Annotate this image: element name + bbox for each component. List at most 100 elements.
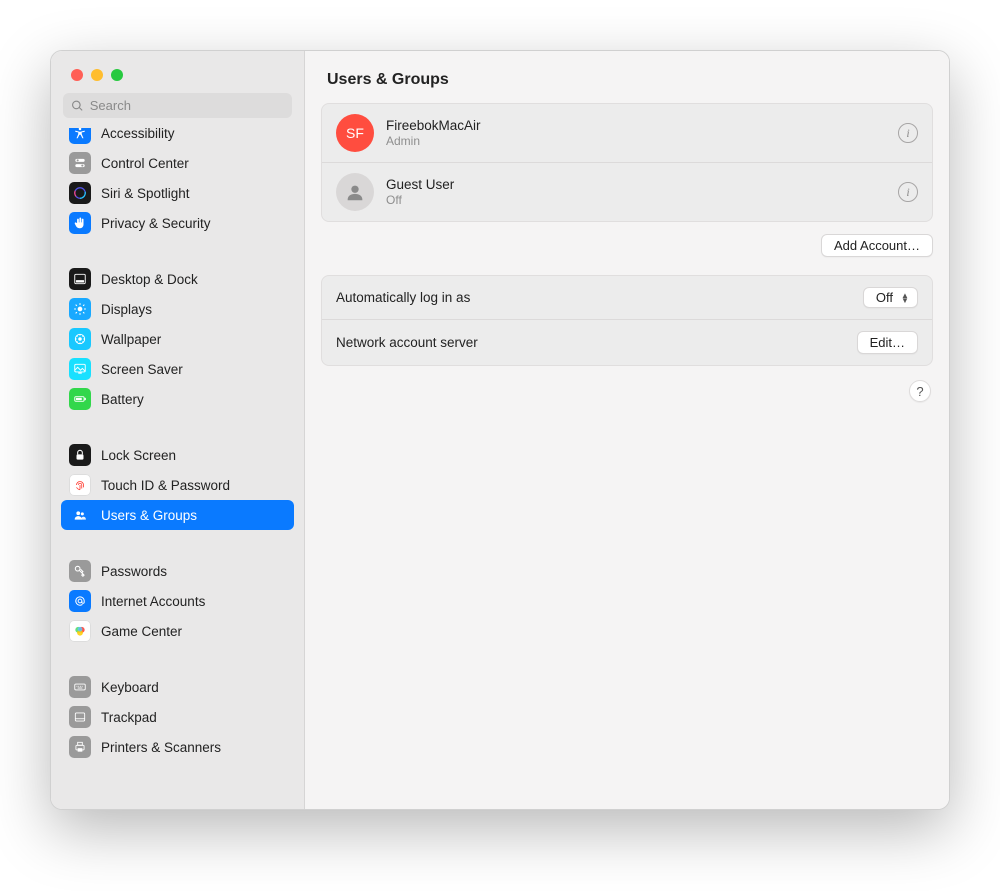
- keyboard-icon: [69, 676, 91, 698]
- sidebar-item-lock-screen[interactable]: Lock Screen: [61, 440, 294, 470]
- battery-icon: [69, 388, 91, 410]
- chevron-updown-icon: ▲▼: [901, 293, 911, 303]
- info-button[interactable]: i: [898, 182, 918, 202]
- sidebar-group: Desktop & Dock Displays Wallpaper Screen Sa…: [51, 258, 304, 420]
- user-text: Guest UserOff: [386, 177, 886, 207]
- displays-icon: [69, 298, 91, 320]
- sidebar-item-internet-accounts[interactable]: Internet Accounts: [61, 586, 294, 616]
- siri-icon: [69, 182, 91, 204]
- edit-network-server-button[interactable]: Edit…: [857, 331, 918, 354]
- user-name: FireebokMacAir: [386, 118, 886, 133]
- wallpaper-icon: [69, 328, 91, 350]
- users-list: SFFireebokMacAirAdminiGuest UserOffi: [321, 103, 933, 222]
- zoom-button[interactable]: [111, 69, 123, 81]
- sidebar-item-desktop-dock[interactable]: Desktop & Dock: [61, 264, 294, 294]
- sidebar-item-users-groups[interactable]: Users & Groups: [61, 500, 294, 530]
- users-icon: [69, 504, 91, 526]
- sidebar-item-label: Internet Accounts: [101, 594, 205, 609]
- sidebar-item-screen-saver[interactable]: Screen Saver: [61, 354, 294, 384]
- sidebar-item-game-center[interactable]: Game Center: [61, 616, 294, 646]
- sidebar-item-trackpad[interactable]: Trackpad: [61, 702, 294, 732]
- search-input[interactable]: [90, 98, 284, 113]
- sidebar-group: Lock Screen Touch ID & Password Users & Gr…: [51, 434, 304, 536]
- sidebar-item-siri-spotlight[interactable]: Siri & Spotlight: [61, 178, 294, 208]
- sidebar-item-label: Trackpad: [101, 710, 157, 725]
- login-settings: Automatically log in as Off ▲▼ Network a…: [321, 275, 933, 366]
- sidebar-item-passwords[interactable]: Passwords: [61, 556, 294, 586]
- sidebar-item-label: Battery: [101, 392, 144, 407]
- key-icon: [69, 560, 91, 582]
- user-row[interactable]: Guest UserOffi: [322, 162, 932, 221]
- auto-login-label: Automatically log in as: [336, 290, 470, 305]
- sidebar-item-privacy-security[interactable]: Privacy & Security: [61, 208, 294, 238]
- sidebar-item-keyboard[interactable]: Keyboard: [61, 672, 294, 702]
- auto-login-value: Off: [876, 290, 893, 305]
- sidebar-item-label: Privacy & Security: [101, 216, 211, 231]
- info-button[interactable]: i: [898, 123, 918, 143]
- sidebar-item-label: Printers & Scanners: [101, 740, 221, 755]
- auto-login-row: Automatically log in as Off ▲▼: [322, 276, 932, 319]
- content: SFFireebokMacAirAdminiGuest UserOffi Add…: [305, 103, 949, 416]
- auto-login-select[interactable]: Off ▲▼: [863, 287, 918, 308]
- minimize-button[interactable]: [91, 69, 103, 81]
- search-icon: [71, 99, 84, 113]
- sidebar-item-label: Control Center: [101, 156, 189, 171]
- avatar: SF: [336, 114, 374, 152]
- user-name: Guest User: [386, 177, 886, 192]
- window-controls: [51, 51, 304, 93]
- sidebar-group: Keyboard Trackpad Printers & Scanners: [51, 666, 304, 768]
- user-text: FireebokMacAirAdmin: [386, 118, 886, 148]
- sidebar-item-label: Siri & Spotlight: [101, 186, 190, 201]
- printer-icon: [69, 736, 91, 758]
- sidebar-item-printers-scanners[interactable]: Printers & Scanners: [61, 732, 294, 762]
- sidebar-item-label: Desktop & Dock: [101, 272, 198, 287]
- help-row: ?: [321, 366, 933, 416]
- at-icon: [69, 590, 91, 612]
- sidebar-item-label: Accessibility: [101, 128, 175, 141]
- sidebar-item-battery[interactable]: Battery: [61, 384, 294, 414]
- sidebar-item-displays[interactable]: Displays: [61, 294, 294, 324]
- sidebar-item-touch-id-password[interactable]: Touch ID & Password: [61, 470, 294, 500]
- network-server-row: Network account server Edit…: [322, 319, 932, 365]
- sidebar-item-label: Wallpaper: [101, 332, 161, 347]
- user-role: Off: [386, 193, 886, 207]
- sidebar-item-control-center[interactable]: Control Center: [61, 148, 294, 178]
- sidebar-item-accessibility[interactable]: Accessibility: [61, 128, 294, 148]
- gamecenter-icon: [69, 620, 91, 642]
- sidebar-item-label: Touch ID & Password: [101, 478, 230, 493]
- search-wrap: [51, 93, 304, 128]
- actions-row: Add Account…: [321, 222, 933, 275]
- sidebar-item-label: Displays: [101, 302, 152, 317]
- sidebar-item-label: Game Center: [101, 624, 182, 639]
- sidebar-item-label: Users & Groups: [101, 508, 197, 523]
- dock-icon: [69, 268, 91, 290]
- sidebar-item-wallpaper[interactable]: Wallpaper: [61, 324, 294, 354]
- sidebar: Accessibility Control Center Siri & Spotli…: [51, 51, 305, 809]
- settings-window: Accessibility Control Center Siri & Spotli…: [50, 50, 950, 810]
- fingerprint-icon: [69, 474, 91, 496]
- page-title: Users & Groups: [305, 51, 949, 103]
- trackpad-icon: [69, 706, 91, 728]
- control-center-icon: [69, 152, 91, 174]
- add-account-button[interactable]: Add Account…: [821, 234, 933, 257]
- person-icon: [344, 181, 366, 203]
- user-role: Admin: [386, 134, 886, 148]
- sidebar-item-label: Screen Saver: [101, 362, 183, 377]
- sidebar-group: Passwords Internet Accounts Game Center: [51, 550, 304, 652]
- network-server-label: Network account server: [336, 335, 478, 350]
- sidebar-item-label: Lock Screen: [101, 448, 176, 463]
- search-field[interactable]: [63, 93, 292, 118]
- lock-icon: [69, 444, 91, 466]
- user-row[interactable]: SFFireebokMacAirAdmini: [322, 104, 932, 162]
- sidebar-nav[interactable]: Accessibility Control Center Siri & Spotli…: [51, 128, 304, 809]
- close-button[interactable]: [71, 69, 83, 81]
- screensaver-icon: [69, 358, 91, 380]
- main-pane: Users & Groups SFFireebokMacAirAdminiGue…: [305, 51, 949, 809]
- avatar: [336, 173, 374, 211]
- sidebar-group: Accessibility Control Center Siri & Spotli…: [51, 128, 304, 244]
- accessibility-icon: [69, 128, 91, 144]
- help-button[interactable]: ?: [909, 380, 931, 402]
- sidebar-item-label: Keyboard: [101, 680, 159, 695]
- sidebar-item-label: Passwords: [101, 564, 167, 579]
- hand-icon: [69, 212, 91, 234]
